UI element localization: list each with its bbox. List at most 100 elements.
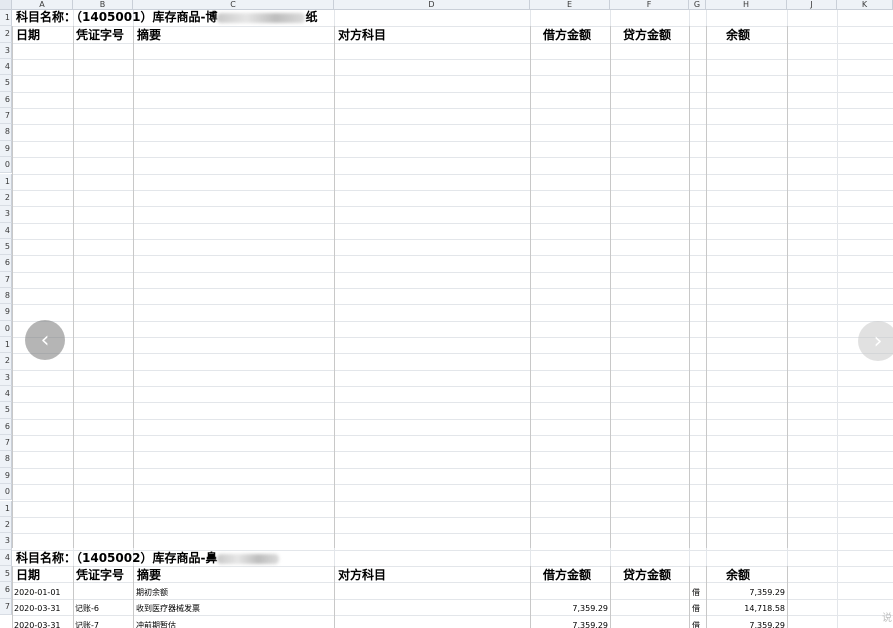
gridline bbox=[12, 353, 893, 355]
cell-debit[interactable]: 7,359.29 bbox=[532, 601, 608, 617]
row-header[interactable]: 3 bbox=[0, 533, 12, 550]
cell-date[interactable]: 2020-01-01 bbox=[14, 585, 72, 601]
column-header-g[interactable]: G bbox=[689, 0, 706, 10]
cell-voucher[interactable]: 记账-7 bbox=[75, 618, 132, 628]
header-voucher: 凭证字号 bbox=[76, 28, 125, 42]
row-header[interactable]: 5 bbox=[0, 238, 12, 256]
gridline bbox=[12, 320, 893, 322]
row-header[interactable]: 2 bbox=[0, 26, 12, 43]
row-header[interactable]: 7 bbox=[0, 108, 12, 125]
column-header-f[interactable]: F bbox=[610, 0, 689, 10]
cell-dir[interactable]: 借 bbox=[692, 585, 706, 601]
table-border bbox=[610, 566, 611, 628]
row-header[interactable]: 0 bbox=[0, 484, 12, 501]
row-header[interactable]: 0 bbox=[0, 157, 12, 174]
column-header-k[interactable]: K bbox=[837, 0, 893, 10]
row-header[interactable]: 8 bbox=[0, 124, 12, 141]
table-border bbox=[12, 566, 13, 628]
cell-debit[interactable]: 7,359.29 bbox=[532, 618, 608, 628]
cell-date[interactable]: 2020-03-31 bbox=[14, 601, 72, 617]
row-header[interactable]: 0 bbox=[0, 320, 12, 337]
redacted-text bbox=[217, 553, 280, 564]
row-header[interactable]: 1 bbox=[0, 173, 12, 190]
row-header[interactable]: 4 bbox=[0, 386, 12, 403]
table-border bbox=[133, 566, 134, 628]
gridline bbox=[12, 402, 893, 404]
gridline bbox=[12, 255, 893, 257]
gridline bbox=[12, 500, 893, 502]
gridline bbox=[12, 157, 893, 159]
gridline bbox=[12, 173, 893, 175]
row-header[interactable]: 6 bbox=[0, 418, 12, 436]
header-credit: 贷方金额 bbox=[623, 28, 672, 42]
cell-dir[interactable]: 借 bbox=[692, 601, 706, 617]
row-header[interactable]: 8 bbox=[0, 451, 12, 468]
prev-page-button[interactable]: ‹ bbox=[25, 320, 65, 360]
row-header[interactable]: 4 bbox=[0, 59, 12, 76]
column-header-j[interactable]: J bbox=[787, 0, 837, 10]
cell-balance[interactable]: 14,718.58 bbox=[708, 601, 785, 617]
select-all-corner[interactable] bbox=[0, 0, 12, 10]
corner-text: 说 bbox=[882, 613, 892, 624]
row-header[interactable]: 7 bbox=[0, 435, 12, 452]
section2-title: 科目名称：（1405002）库存商品-鼻 bbox=[16, 550, 280, 566]
row-header[interactable]: 2 bbox=[0, 353, 12, 370]
gridline bbox=[12, 59, 893, 61]
row-header[interactable]: 5 bbox=[0, 565, 12, 583]
row-header[interactable]: 1 bbox=[0, 10, 12, 27]
column-header-e[interactable]: E bbox=[530, 0, 610, 10]
row-header[interactable]: 8 bbox=[0, 287, 12, 305]
next-page-button[interactable]: › bbox=[858, 321, 893, 361]
cell-date[interactable]: 2020-03-31 bbox=[14, 618, 72, 628]
gridline bbox=[12, 337, 893, 338]
row-header[interactable]: 4 bbox=[0, 549, 12, 566]
gridline bbox=[12, 238, 893, 240]
header-debit: 借方金额 bbox=[543, 28, 592, 42]
cell-dir[interactable]: 借 bbox=[692, 618, 706, 628]
row-header[interactable]: 9 bbox=[0, 304, 12, 321]
table-border bbox=[787, 566, 788, 628]
row-header[interactable]: 5 bbox=[0, 75, 12, 92]
row-header[interactable]: 9 bbox=[0, 467, 12, 485]
cell-summary[interactable]: 期初余额 bbox=[136, 585, 332, 601]
section2-title-prefix: 科目名称：（1405002）库存商品- bbox=[16, 551, 206, 565]
row-header[interactable]: 7 bbox=[0, 271, 12, 288]
row-header[interactable]: 3 bbox=[0, 206, 12, 223]
column-header-h[interactable]: H bbox=[706, 0, 787, 10]
gridline bbox=[12, 516, 893, 518]
redacted-text bbox=[217, 12, 306, 23]
header-summary: 摘要 bbox=[137, 568, 162, 582]
row-header[interactable]: 5 bbox=[0, 402, 12, 419]
table-border bbox=[133, 26, 134, 548]
header-balance: 余额 bbox=[726, 568, 751, 582]
row-header[interactable]: 4 bbox=[0, 222, 12, 239]
table-border bbox=[787, 26, 788, 548]
column-header-d[interactable]: D bbox=[334, 0, 530, 10]
row-header[interactable]: 6 bbox=[0, 582, 12, 599]
gridline bbox=[12, 108, 893, 110]
gridline bbox=[12, 222, 893, 224]
gridline bbox=[12, 304, 893, 306]
cell-balance[interactable]: 7,359.29 bbox=[708, 618, 785, 628]
row-header[interactable]: 9 bbox=[0, 140, 12, 158]
row-header[interactable]: 2 bbox=[0, 189, 12, 207]
header-date: 日期 bbox=[16, 568, 41, 582]
cell-summary[interactable]: 冲前期暂估 bbox=[136, 618, 332, 628]
table-border bbox=[334, 26, 335, 548]
cell-balance[interactable]: 7,359.29 bbox=[708, 585, 785, 601]
row-header[interactable]: 6 bbox=[0, 255, 12, 272]
row-header[interactable]: 7 bbox=[0, 598, 12, 615]
header-summary: 摘要 bbox=[137, 28, 162, 42]
gridline bbox=[12, 75, 893, 77]
gridline bbox=[12, 271, 893, 273]
row-header[interactable]: 2 bbox=[0, 516, 12, 534]
table-border bbox=[610, 26, 611, 548]
row-header[interactable]: 6 bbox=[0, 91, 12, 109]
cell-summary[interactable]: 收到医疗器械发票 bbox=[136, 601, 332, 617]
section1-title: 科目名称：（1405001）库存商品-博 纸 bbox=[16, 9, 317, 25]
row-header[interactable]: 3 bbox=[0, 42, 12, 60]
row-header[interactable]: 1 bbox=[0, 337, 12, 354]
row-header[interactable]: 1 bbox=[0, 500, 12, 517]
cell-voucher[interactable]: 记账-6 bbox=[75, 601, 132, 617]
row-header[interactable]: 3 bbox=[0, 369, 12, 387]
